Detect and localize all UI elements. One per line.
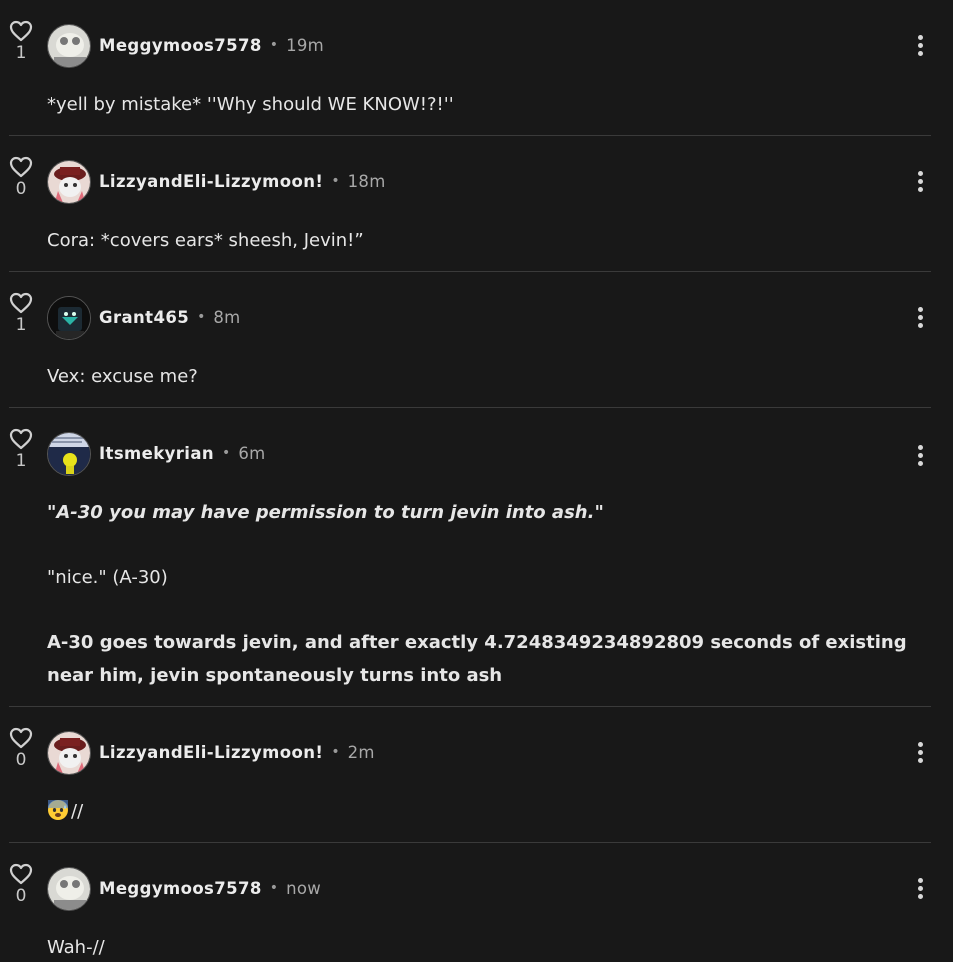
like-button[interactable]: 1	[8, 20, 34, 63]
separator-dot: •	[331, 744, 340, 760]
username[interactable]: LizzyandEli-Lizzymoon!	[99, 172, 323, 191]
more-options-button[interactable]	[910, 169, 930, 195]
like-button[interactable]: 1	[8, 292, 34, 335]
avatar[interactable]	[47, 731, 91, 775]
like-count: 1	[15, 43, 27, 63]
more-options-button[interactable]	[910, 876, 930, 902]
heart-icon	[9, 727, 33, 749]
like-button[interactable]: 0	[8, 863, 34, 906]
comment-line: Cora: *covers ears* sheesh, Jevin!”	[47, 230, 364, 251]
separator-dot: •	[331, 173, 340, 189]
like-count: 1	[15, 315, 27, 335]
separator-dot: •	[269, 880, 279, 896]
comment-text: Vex: excuse me?	[47, 360, 927, 393]
comment-line: "nice." (A-30)	[47, 567, 168, 588]
comment-text: "A-30 you may have permission to turn je…	[47, 496, 927, 692]
more-vertical-icon	[910, 742, 930, 763]
more-options-button[interactable]	[910, 305, 930, 331]
like-button[interactable]: 0	[8, 727, 34, 770]
username[interactable]: LizzyandEli-Lizzymoon!	[99, 743, 323, 762]
more-vertical-icon	[910, 878, 930, 899]
comment-text: Wah-//	[47, 931, 927, 962]
heart-icon	[9, 156, 33, 178]
comment-text: //	[47, 795, 927, 832]
timestamp: 6m	[238, 443, 266, 463]
comment-line: //	[47, 795, 927, 832]
like-count: 0	[15, 750, 27, 770]
comment-feed: 1 Meggymoos7578 • 19m *yell by mistake* …	[0, 0, 953, 962]
separator-dot: •	[269, 37, 279, 53]
divider	[9, 706, 931, 707]
like-count: 0	[15, 179, 27, 199]
more-vertical-icon	[910, 307, 930, 328]
timestamp: 19m	[286, 35, 325, 55]
username[interactable]: Itsmekyrian	[99, 444, 214, 463]
heart-icon	[9, 863, 33, 885]
like-button[interactable]: 0	[8, 156, 34, 199]
anxious-face-icon	[47, 799, 69, 832]
divider	[9, 842, 931, 843]
avatar[interactable]	[47, 160, 91, 204]
divider	[9, 407, 931, 408]
comment-line: "A-30 you may have permission to turn je…	[47, 502, 604, 523]
avatar[interactable]	[47, 296, 91, 340]
like-button[interactable]: 1	[8, 428, 34, 471]
comment-text: *yell by mistake* ''Why should WE KNOW!?…	[47, 88, 927, 121]
avatar[interactable]	[47, 867, 91, 911]
timestamp: 2m	[347, 742, 375, 762]
avatar[interactable]	[47, 432, 91, 476]
divider	[9, 135, 931, 136]
comment-line: Vex: excuse me?	[47, 366, 198, 387]
comment-line: Wah-//	[47, 937, 105, 958]
comment-line: near him, jevin spontaneously turns into…	[47, 665, 503, 686]
timestamp: 8m	[213, 307, 241, 327]
more-vertical-icon	[910, 171, 930, 192]
comment-text: Cora: *covers ears* sheesh, Jevin!”	[47, 224, 927, 257]
separator-dot: •	[222, 445, 231, 461]
more-options-button[interactable]	[910, 443, 930, 469]
more-vertical-icon	[910, 445, 930, 466]
heart-icon	[9, 20, 33, 42]
more-options-button[interactable]	[910, 33, 930, 59]
divider	[9, 271, 931, 272]
more-options-button[interactable]	[910, 740, 930, 766]
like-count: 1	[15, 451, 27, 471]
like-count: 0	[15, 886, 27, 906]
timestamp: 18m	[347, 171, 386, 191]
more-vertical-icon	[910, 35, 930, 56]
comment-text-fragment: //	[71, 801, 84, 822]
username[interactable]: Meggymoos7578	[99, 36, 262, 55]
comment-line: *yell by mistake* ''Why should WE KNOW!?…	[47, 94, 454, 115]
username[interactable]: Grant465	[99, 308, 189, 327]
avatar[interactable]	[47, 24, 91, 68]
heart-icon	[9, 292, 33, 314]
heart-icon	[9, 428, 33, 450]
username[interactable]: Meggymoos7578	[99, 879, 262, 898]
separator-dot: •	[197, 309, 206, 325]
timestamp: now	[286, 878, 322, 898]
comment-line: A-30 goes towards jevin, and after exact…	[47, 632, 907, 653]
